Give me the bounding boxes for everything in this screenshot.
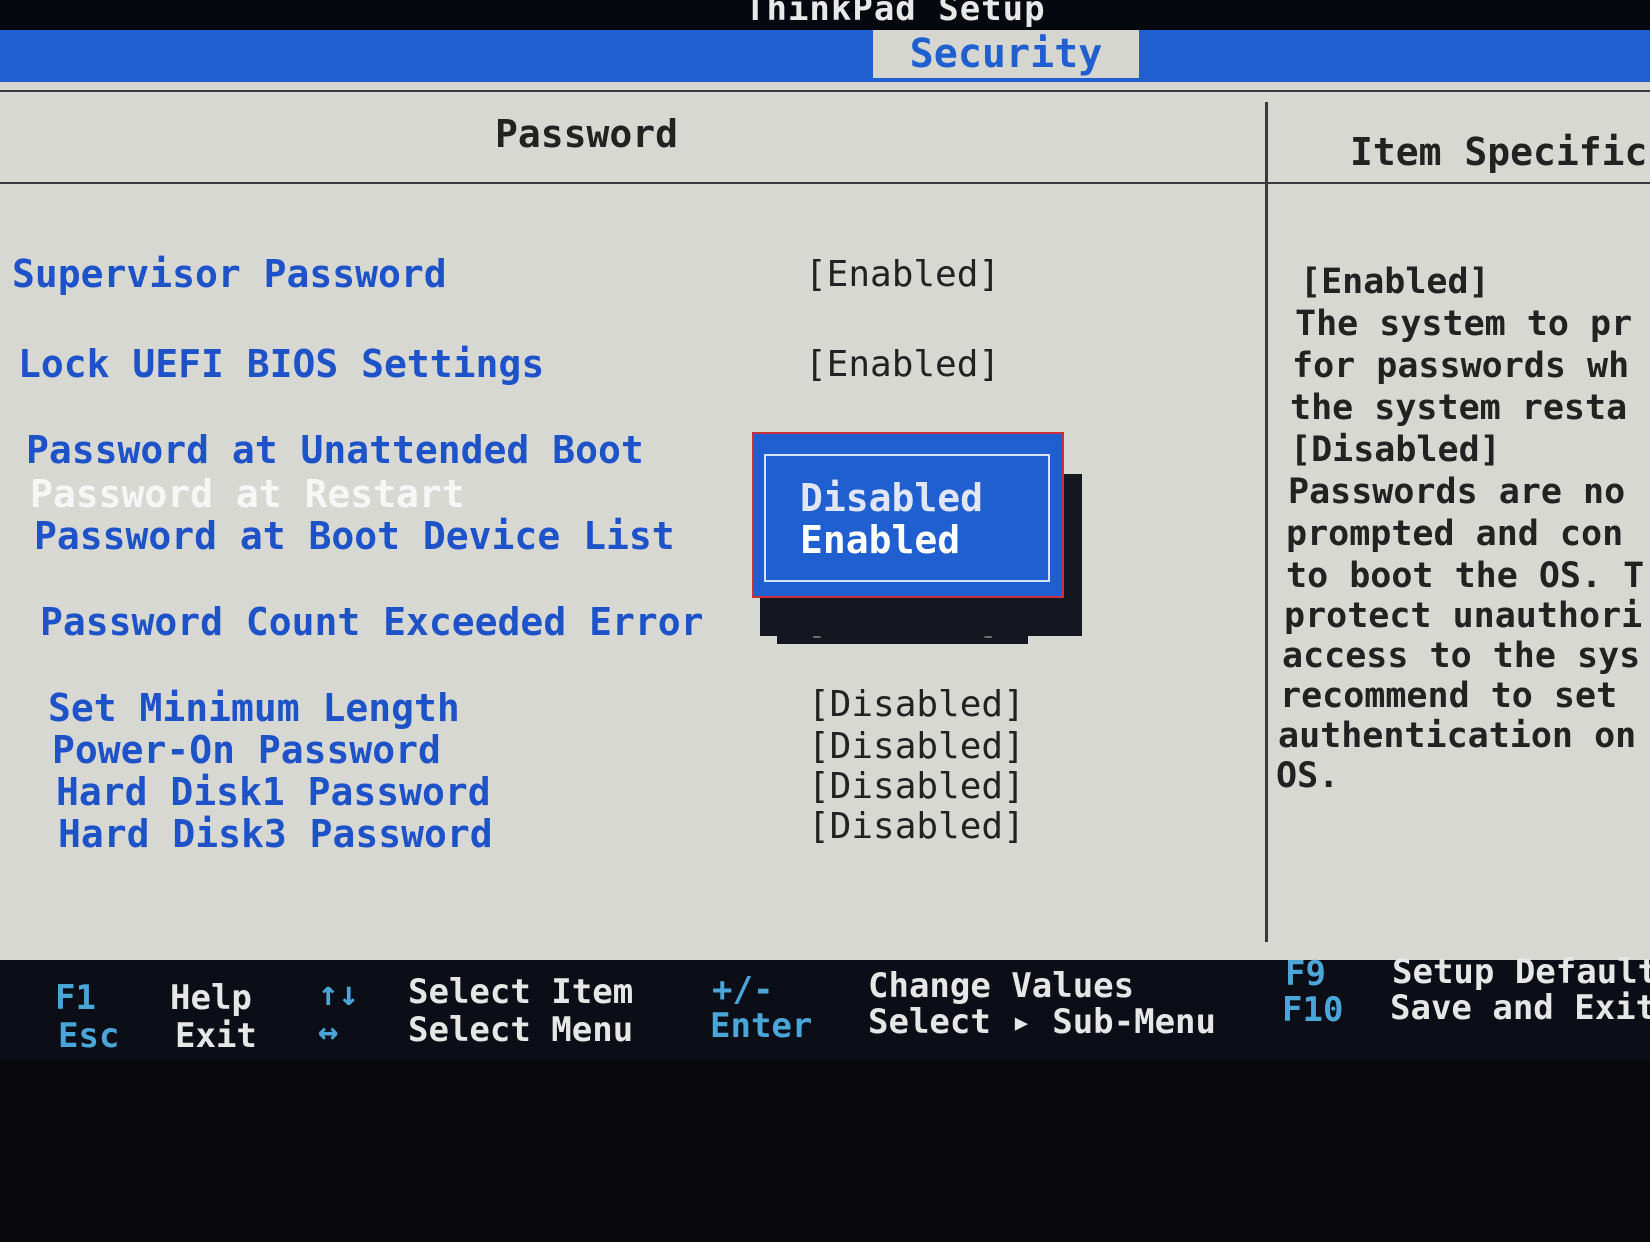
help-line: access to the sys [1282,636,1641,676]
screen-bezel [0,1060,1650,1242]
esc-exit: Exit [175,1016,257,1056]
setting-password-unattended-boot[interactable]: Password at Unattended Boot [26,428,644,472]
header-divider [0,182,1650,184]
help-line: protect unauthori [1284,596,1643,636]
save-exit-hint: Save and Exit [1390,988,1650,1028]
select-submenu-hint: Select ▸ Sub-Menu [868,1002,1216,1042]
value-hard-disk3-password[interactable]: [Disabled] [808,806,1025,847]
setting-set-minimum-length[interactable]: Set Minimum Length [48,686,460,730]
value-set-minimum-length[interactable]: [Disabled] [808,684,1025,725]
option-enabled[interactable]: Enabled [800,518,960,562]
help-line: to boot the OS. T [1286,556,1645,596]
enter-key: Enter [710,1006,813,1046]
value-supervisor-password[interactable]: [Enabled] [805,254,1000,295]
f9-key: F9 [1285,954,1326,994]
value-hard-disk1-password[interactable]: [Disabled] [808,766,1025,807]
select-item-hint: Select Item [408,972,634,1012]
tab-strip [0,30,1650,82]
footer-keys: F1 Help Esc Exit ↑↓ Select Item ↔ Select… [0,952,1650,1060]
value-power-on-password[interactable]: [Disabled] [808,726,1025,767]
up-down-arrows-icon: ↑↓ [318,974,359,1014]
help-line: [Disabled] [1290,430,1501,470]
f1-help: Help [170,978,252,1018]
title-bar: ThinkPad Setup [0,0,1650,34]
setup-defaults-hint: Setup Default [1392,952,1650,992]
help-line: [Enabled] [1300,262,1490,302]
setting-hard-disk1-password[interactable]: Hard Disk1 Password [56,770,491,814]
help-line: OS. [1276,756,1340,796]
help-line: authentication on [1278,716,1637,756]
column-divider [1265,102,1268,942]
f10-key: F10 [1282,990,1344,1030]
option-disabled[interactable]: Disabled [800,476,983,520]
setting-password-at-restart[interactable]: Password at Restart [30,472,465,516]
tab-security[interactable]: Security [873,30,1139,78]
setting-password-count-exceeded[interactable]: Password Count Exceeded Error [40,600,703,644]
bios-screen: ThinkPad Setup Security Password Item Sp… [0,0,1650,1242]
select-menu-hint: Select Menu [408,1010,634,1050]
left-right-arrows-icon: ↔ [318,1012,339,1052]
options-popup-frame: Disabled Enabled [764,454,1050,582]
top-divider [0,90,1650,92]
help-line: The system to pr [1295,304,1633,344]
setting-lock-uefi-bios[interactable]: Lock UEFI BIOS Settings [18,342,544,386]
setting-hard-disk3-password[interactable]: Hard Disk3 Password [58,812,493,856]
item-specific-heading: Item Specific [1350,130,1648,174]
options-popup: Disabled Enabled [752,432,1064,598]
change-values-hint: Change Values [868,966,1135,1006]
help-line: the system resta [1290,388,1628,428]
password-column-heading: Password [495,112,679,156]
plus-minus-key: +/- [712,970,774,1010]
f1-key: F1 [55,978,96,1018]
setting-power-on-password[interactable]: Power-On Password [52,728,441,772]
help-line: recommend to set [1280,676,1618,716]
esc-key: Esc [58,1016,120,1056]
setting-supervisor-password[interactable]: Supervisor Password [12,252,447,296]
setting-password-boot-device-list[interactable]: Password at Boot Device List [34,514,675,558]
value-lock-uefi-bios[interactable]: [Enabled] [805,344,1000,385]
app-title: ThinkPad Setup [745,0,1046,29]
help-line: Passwords are no [1288,472,1626,512]
help-line: prompted and con [1286,514,1624,554]
help-line: for passwords wh [1292,346,1630,386]
